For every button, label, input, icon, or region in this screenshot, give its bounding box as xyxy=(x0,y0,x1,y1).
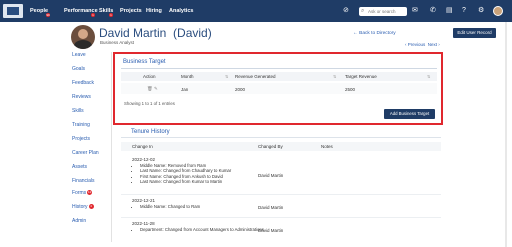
settings-icon[interactable]: ⚙ xyxy=(478,7,484,14)
edit-user-record-button[interactable]: Edit User Record xyxy=(453,28,496,38)
sidebar-item-feedback[interactable]: Feedback xyxy=(72,80,94,86)
cell-target-revenue: 2500 xyxy=(345,87,356,92)
sort-icon[interactable]: ⇅ xyxy=(333,74,336,79)
sort-icon[interactable]: ⇅ xyxy=(225,74,228,79)
sidebar-item-leave[interactable]: Leave xyxy=(72,52,86,58)
entry-date: 2022-11-28 xyxy=(132,221,155,226)
sidebar-item-reviews[interactable]: Reviews xyxy=(72,94,91,100)
change-list: Middle Name: Changed to Ram xyxy=(132,204,200,209)
megaphone-icon[interactable]: ✆ xyxy=(430,7,436,14)
tenure-title-divider xyxy=(121,137,441,138)
search-icon: ⌕ xyxy=(361,8,365,14)
sidebar-item-forms[interactable]: Forms 12 xyxy=(72,190,93,196)
top-nav: People 99 Performance 1 Skills 1 Project… xyxy=(0,0,512,22)
col-notes: Notes xyxy=(321,144,333,149)
next-link[interactable]: Next › xyxy=(428,42,440,47)
sidebar-item-assets[interactable]: Assets xyxy=(72,164,87,170)
cell-month: Jan xyxy=(181,87,189,92)
tenure-entry: 2022-11-28 Department: Changed from Acco… xyxy=(132,221,264,232)
sidebar-item-forms-label: Forms xyxy=(72,190,87,196)
pager: ‹ Previous Next › xyxy=(405,42,440,47)
row-divider xyxy=(121,194,441,195)
business-target-title: Business Target xyxy=(123,59,166,65)
change-list: Department: Changed from Account Manager… xyxy=(132,227,264,232)
cell-revenue-generated: 2000 xyxy=(235,87,246,92)
col-changed-by: Changed By xyxy=(258,144,283,149)
sidebar-item-projects[interactable]: Projects xyxy=(72,136,90,142)
nav-hiring[interactable]: Hiring xyxy=(146,8,162,14)
entry-changed-by: David Martin xyxy=(258,205,284,210)
business-target-table-header: Action Month ⇅ Revenue Generated ⇅ Targe… xyxy=(121,72,437,81)
row-actions: 🗑 ✎ xyxy=(147,86,158,92)
back-to-directory-link[interactable]: ← Back to Directory xyxy=(353,31,396,36)
sidebar-item-history[interactable]: History 4 xyxy=(72,204,94,210)
tenure-table-header: Change In Changed By Notes xyxy=(121,142,441,151)
business-target-panel: Business Target Action Month ⇅ Revenue G… xyxy=(113,52,443,125)
entry-date: 2022-12-02 xyxy=(132,157,156,162)
entry-date: 2022-12-21 xyxy=(132,198,156,203)
sidebar-item-goals[interactable]: Goals xyxy=(72,66,85,72)
change-item: Last Name: Changed from Kumar to Martin xyxy=(140,179,231,184)
change-item: Department: Changed from Account Manager… xyxy=(140,227,264,232)
tenure-history-title: Tenure History xyxy=(131,129,170,135)
nav-performance-badge: 1 xyxy=(91,13,95,17)
employee-nickname: (David) xyxy=(173,26,212,40)
change-item: Middle Name: Changed to Ram xyxy=(140,204,200,209)
row-divider xyxy=(121,217,441,218)
history-count-badge: 4 xyxy=(88,204,94,210)
sidebar-item-training[interactable]: Training xyxy=(72,122,90,128)
col-change-in: Change In xyxy=(132,144,153,149)
edit-icon[interactable]: ✎ xyxy=(154,86,158,91)
col-revenue-generated[interactable]: Revenue Generated xyxy=(235,74,276,79)
col-target-revenue[interactable]: Target Revenue xyxy=(345,74,377,79)
sidebar-item-financials[interactable]: Financials xyxy=(72,178,95,184)
entry-changed-by: David Martin xyxy=(258,228,284,233)
previous-link[interactable]: ‹ Previous xyxy=(405,42,425,47)
nav-analytics[interactable]: Analytics xyxy=(169,8,193,14)
change-list: Middle Name: Removed from Ram Last Name:… xyxy=(132,163,231,185)
chat-icon[interactable]: ✉ xyxy=(412,7,418,14)
sidebar-item-admin[interactable]: Admin xyxy=(72,218,86,224)
employee-full-name: David Martin xyxy=(99,26,167,40)
nav-skills-badge: 1 xyxy=(109,13,113,17)
col-action[interactable]: Action xyxy=(143,74,156,79)
nav-projects[interactable]: Projects xyxy=(120,8,142,14)
user-avatar[interactable] xyxy=(493,6,503,16)
employee-name: David Martin (David) xyxy=(99,26,212,40)
entry-changed-by: David Martin xyxy=(258,173,284,178)
scrollbar[interactable] xyxy=(505,22,507,247)
sidebar-divider xyxy=(111,52,112,242)
table-info: Showing 1 to 1 of 1 entries xyxy=(124,101,175,106)
tenure-entry: 2022-12-21 Middle Name: Changed to Ram xyxy=(132,198,200,209)
forms-count-badge: 12 xyxy=(87,190,93,196)
nav-people-badge: 99 xyxy=(46,13,50,17)
col-month[interactable]: Month xyxy=(181,74,194,79)
title-divider xyxy=(121,68,437,69)
company-logo[interactable] xyxy=(3,4,23,18)
delete-icon[interactable]: 🗑 xyxy=(147,86,153,91)
sidebar-item-career-plan[interactable]: Career Plan xyxy=(72,150,99,156)
table-row: 🗑 ✎ Jan 2000 2500 xyxy=(121,83,437,94)
help-icon[interactable]: ? xyxy=(462,7,466,14)
sidebar-item-history-label: History xyxy=(72,204,88,210)
sidebar-item-skills[interactable]: Skills xyxy=(72,108,84,114)
employee-role: Business Analyst xyxy=(100,40,135,45)
search-box[interactable]: ⌕ Ask or search xyxy=(359,7,407,16)
employee-avatar xyxy=(71,25,95,49)
search-input[interactable]: Ask or search xyxy=(368,9,396,14)
card-icon[interactable]: ▤ xyxy=(446,7,453,14)
add-business-target-button[interactable]: Add Business Target xyxy=(384,109,435,119)
tenure-entry: 2022-12-02 Middle Name: Removed from Ram… xyxy=(132,157,231,185)
sort-icon[interactable]: ⇅ xyxy=(427,74,430,79)
compass-icon[interactable]: ⊘ xyxy=(343,7,349,14)
